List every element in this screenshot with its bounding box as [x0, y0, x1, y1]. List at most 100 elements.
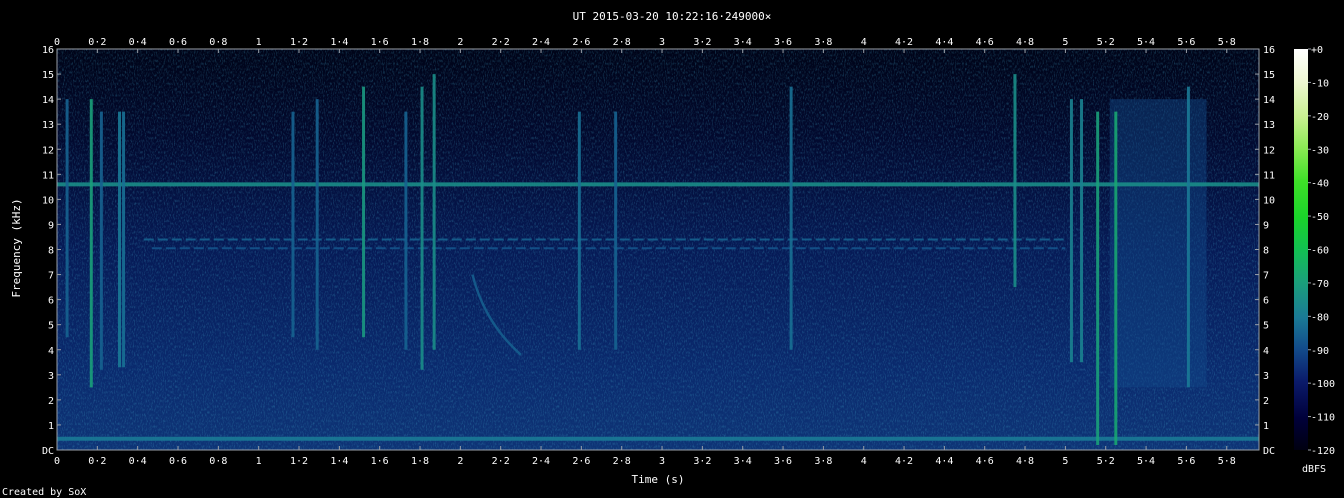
y-tick-label-left: 11: [42, 170, 54, 181]
x-tick-label-bottom: 2·8: [613, 456, 631, 467]
x-tick-label-top: 1·8: [411, 37, 429, 48]
y-tick-label-right: 9: [1263, 220, 1269, 231]
colorbar: +0 -10 -20 -30 -40 -50 -60 -70 -80 -90 -100 -110 -12…: [1294, 45, 1335, 475]
x-tick-label-top: 2·4: [532, 37, 550, 48]
y-tick-label-right: 14: [1263, 95, 1275, 106]
x-tick-label-top: 2·2: [492, 37, 510, 48]
x-tick-label-bottom: 3: [659, 456, 665, 467]
y-tick-label-right: 7: [1263, 271, 1269, 282]
colorbar-gradient: [1294, 49, 1308, 450]
y-tick-label-left: 9: [48, 220, 54, 231]
colorbar-tick-label: -120: [1311, 446, 1335, 457]
x-tick-label-top: 2·8: [613, 37, 631, 48]
x-tick-label-top: 0·2: [88, 37, 106, 48]
x-tick-label-top: 3·2: [693, 37, 711, 48]
x-tick-label-bottom: 2·2: [492, 456, 510, 467]
x-tick-label-bottom: 0·6: [169, 456, 187, 467]
x-tick-label-bottom: 5·2: [1097, 456, 1115, 467]
x-tick-label-bottom: 0: [54, 456, 60, 467]
y-tick-label-left: 7: [48, 271, 54, 282]
colorbar-tick-label: +0: [1311, 45, 1323, 56]
x-tick-label-top: 2·6: [572, 37, 590, 48]
x-tick-label-top: 4: [861, 37, 867, 48]
colorbar-tick-label: -30: [1311, 145, 1329, 156]
x-tick-label-bottom: 1·2: [290, 456, 308, 467]
y-tick-label-right: 6: [1263, 296, 1269, 307]
y-tick-label-right: 12: [1263, 145, 1275, 156]
y-tick-label-left: 5: [48, 321, 54, 332]
x-tick-label-bottom: 1: [256, 456, 262, 467]
x-tick-label-bottom: 3·2: [693, 456, 711, 467]
y-tick-label-left: 1: [48, 421, 54, 432]
x-tick-label-top: 4·2: [895, 37, 913, 48]
x-tick-label-top: 4·8: [1016, 37, 1034, 48]
y-tick-label-right: 2: [1263, 396, 1269, 407]
colorbar-tick-label: -50: [1311, 212, 1329, 223]
x-tick-label-bottom: 1·8: [411, 456, 429, 467]
y-tick-label-right: 4: [1263, 346, 1269, 357]
y-tick-label-left: 12: [42, 145, 54, 156]
colorbar-tick-label: -90: [1311, 346, 1329, 357]
x-tick-label-top: 3: [659, 37, 665, 48]
y-axis-label: Frequency (kHz): [10, 198, 23, 297]
y-tick-label-right: 3: [1263, 371, 1269, 382]
x-tick-label-bottom: 5·4: [1137, 456, 1155, 467]
x-tick-label-top: 3·4: [734, 37, 752, 48]
x-tick-label-top: 2: [457, 37, 463, 48]
colorbar-tick-label: -70: [1311, 279, 1329, 290]
y-tick-label-right: 13: [1263, 120, 1275, 131]
y-tick-label-left: 16: [42, 45, 54, 56]
y-tick-label-left: 4: [48, 346, 54, 357]
x-tick-label-bottom: 2·4: [532, 456, 550, 467]
x-tick-label-bottom: 4·6: [976, 456, 994, 467]
x-tick-label-bottom: 0·8: [209, 456, 227, 467]
colorbar-tick-label: -110: [1311, 413, 1335, 424]
y-tick-label-left: 10: [42, 195, 54, 206]
x-axis-label: Time (s): [632, 473, 685, 486]
x-tick-label-top: 5·2: [1097, 37, 1115, 48]
x-tick-label-bottom: 5: [1062, 456, 1068, 467]
y-tick-label-right: 8: [1263, 246, 1269, 257]
y-tick-label-left: DC: [42, 446, 54, 457]
y-tick-label-right: 11: [1263, 170, 1275, 181]
x-tick-label-top: 5: [1062, 37, 1068, 48]
x-tick-label-bottom: 4·8: [1016, 456, 1034, 467]
x-tick-label-top: 3·8: [814, 37, 832, 48]
y-tick-label-right: 1: [1263, 421, 1269, 432]
y-tick-label-right: 15: [1263, 70, 1275, 81]
colorbar-label: dBFS: [1302, 464, 1326, 475]
spectrogram-chart: UT 2015-03-20 10:22:16·249000× 0 0·2 0·4 0·…: [2, 10, 1335, 498]
noise-texture: [57, 49, 1259, 450]
x-tick-label-top: 0·6: [169, 37, 187, 48]
x-tick-label-top: 3·6: [774, 37, 792, 48]
colorbar-tick-label: -40: [1311, 179, 1329, 190]
y-tick-label-left: 13: [42, 120, 54, 131]
x-tick-label-bottom: 3·4: [734, 456, 752, 467]
x-tick-label-bottom: 1·4: [330, 456, 348, 467]
x-tick-label-top: 4·4: [935, 37, 953, 48]
y-tick-label-left: 3: [48, 371, 54, 382]
x-tick-label-bottom: 2: [457, 456, 463, 467]
colorbar-tick-label: -60: [1311, 246, 1329, 257]
y-tick-label-left: 14: [42, 95, 54, 106]
x-tick-label-top: 0·8: [209, 37, 227, 48]
x-tick-label-bottom: 5·6: [1177, 456, 1195, 467]
x-tick-label-bottom: 0·2: [88, 456, 106, 467]
x-tick-label-top: 1: [256, 37, 262, 48]
y-tick-label-right: 10: [1263, 195, 1275, 206]
x-tick-label-top: 5·8: [1218, 37, 1236, 48]
y-tick-label-left: 8: [48, 246, 54, 257]
x-tick-label-bottom: 3·6: [774, 456, 792, 467]
y-tick-label-left: 15: [42, 70, 54, 81]
colorbar-tick-label: -20: [1311, 112, 1329, 123]
x-tick-label-top: 1·4: [330, 37, 348, 48]
x-tick-label-top: 1·2: [290, 37, 308, 48]
diffuse-noise-region: [1109, 99, 1207, 388]
colorbar-tick-label: -100: [1311, 379, 1335, 390]
colorbar-tick-label: -80: [1311, 312, 1329, 323]
x-tick-label-top: 5·6: [1177, 37, 1195, 48]
y-tick-label-left: 6: [48, 296, 54, 307]
x-tick-label-top: 5·4: [1137, 37, 1155, 48]
x-tick-label-top: 0: [54, 37, 60, 48]
x-tick-label-bottom: 4·2: [895, 456, 913, 467]
